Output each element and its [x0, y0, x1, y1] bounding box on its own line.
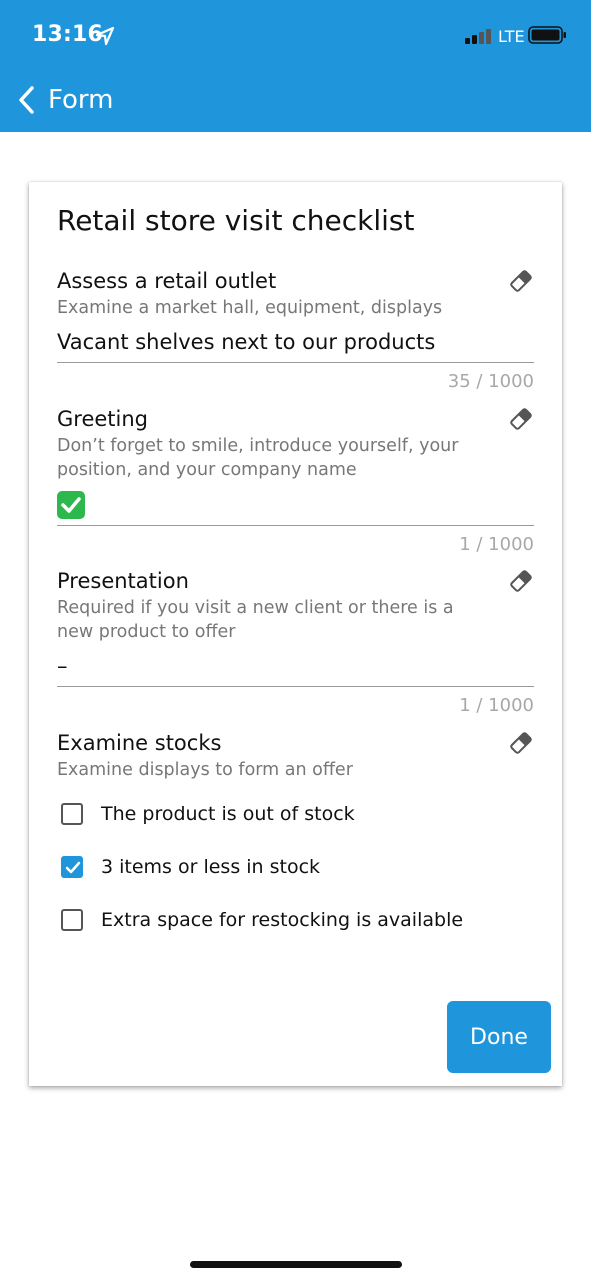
- checkbox-label: Extra space for restocking is available: [101, 908, 464, 931]
- network-label: LTE: [498, 27, 525, 46]
- char-counter: 1 / 1000: [459, 534, 534, 555]
- nav-title: Form: [48, 85, 114, 115]
- text-input-greeting[interactable]: [57, 490, 534, 526]
- field-label: Greeting: [57, 407, 148, 431]
- done-button[interactable]: Done: [447, 1001, 551, 1073]
- char-counter: 35 / 1000: [447, 371, 534, 392]
- status-time: 13:16: [32, 22, 104, 47]
- field-description: Examine a market hall, equipment, displa…: [57, 298, 443, 318]
- field-label: Assess a retail outlet: [57, 269, 277, 293]
- checkbox-unchecked[interactable]: [61, 908, 83, 931]
- home-indicator[interactable]: [190, 1261, 402, 1268]
- eraser-icon[interactable]: [508, 406, 534, 432]
- battery-icon: [528, 26, 566, 44]
- checkbox-checked[interactable]: [61, 855, 83, 878]
- field-assess-outlet: Assess a retail outlet Examine a market …: [57, 268, 534, 392]
- checkbox-unchecked[interactable]: [61, 802, 83, 825]
- char-counter: 1 / 1000: [459, 695, 534, 716]
- location-arrow-icon: [95, 26, 115, 46]
- top-bar: 13:16 LTE Form: [0, 0, 591, 132]
- back-button[interactable]: Form: [14, 80, 114, 120]
- field-examine-stocks: Examine stocks Examine displays to form …: [57, 730, 534, 946]
- field-label: Examine stocks: [57, 731, 222, 755]
- field-description: Don’t forget to smile, introduce yoursel…: [57, 436, 459, 480]
- signal-icon: [465, 29, 491, 44]
- text-input-presentation[interactable]: –: [57, 652, 534, 687]
- field-greeting: Greeting Don’t forget to smile, introduc…: [57, 406, 534, 555]
- checkbox-option[interactable]: Extra space for restocking is available: [57, 893, 534, 946]
- checkmark-emoji-icon: [57, 491, 85, 519]
- checkbox-label: 3 items or less in stock: [101, 855, 321, 878]
- eraser-icon[interactable]: [508, 730, 534, 756]
- field-description: Examine displays to form an offer: [57, 760, 353, 780]
- field-description: Required if you visit a new client or th…: [57, 598, 454, 642]
- checkbox-label: The product is out of stock: [101, 802, 355, 825]
- checkbox-option[interactable]: The product is out of stock: [57, 787, 534, 840]
- field-presentation: Presentation Required if you visit a new…: [57, 568, 534, 716]
- form-card: Retail store visit checklist Assess a re…: [29, 182, 562, 1086]
- checkbox-group: The product is out of stock 3 items or l…: [57, 787, 534, 946]
- checkbox-option[interactable]: 3 items or less in stock: [57, 840, 534, 893]
- form-title: Retail store visit checklist: [57, 204, 415, 237]
- eraser-icon[interactable]: [508, 568, 534, 594]
- text-input-assess-outlet[interactable]: Vacant shelves next to our products: [57, 328, 534, 363]
- eraser-icon[interactable]: [508, 268, 534, 294]
- chevron-left-icon: [19, 86, 34, 114]
- field-label: Presentation: [57, 569, 189, 593]
